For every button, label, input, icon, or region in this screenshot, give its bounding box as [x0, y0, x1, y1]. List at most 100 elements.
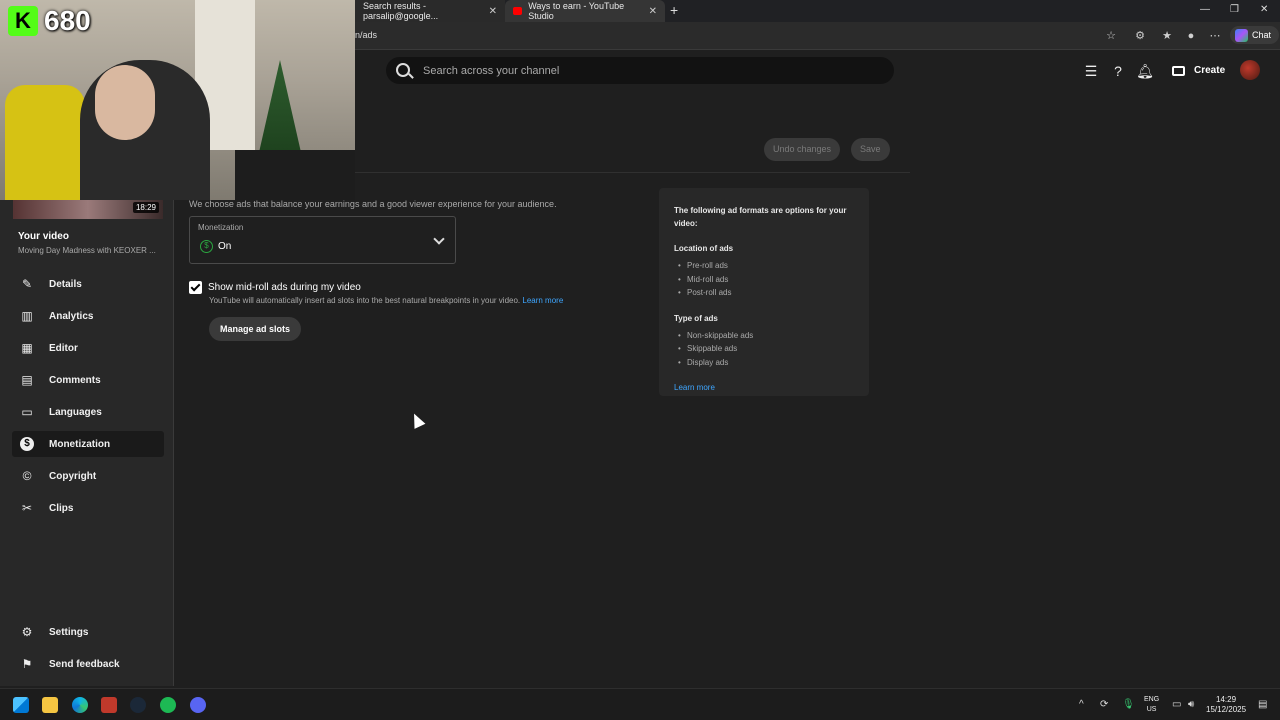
- restore-icon[interactable]: ❐: [1230, 4, 1239, 15]
- type-list: Non-skippable ads Skippable ads Display …: [674, 329, 854, 370]
- tab-youtube-studio[interactable]: Ways to earn - YouTube Studio ✕: [505, 0, 665, 22]
- tab-search-results-label: Search results - parsalip@google...: [363, 1, 439, 21]
- create-button[interactable]: Create: [1166, 59, 1235, 83]
- create-video-icon: [1172, 66, 1185, 76]
- keyboard: [235, 150, 355, 200]
- sidebar-item-analytics[interactable]: ▥ Analytics: [12, 303, 164, 329]
- spotify-icon[interactable]: [160, 697, 176, 713]
- file-explorer-icon[interactable]: [42, 697, 58, 713]
- volume-icon[interactable]: 🔊︎: [1188, 699, 1194, 710]
- sidebar-item-label: Copyright: [49, 470, 97, 482]
- location-list: Pre-roll ads Mid-roll ads Post-roll ads: [674, 259, 854, 300]
- network-icon[interactable]: ▭: [1172, 699, 1181, 710]
- steam-icon[interactable]: [130, 697, 146, 713]
- gaming-chair: [5, 85, 85, 200]
- ads-intro-text: We choose ads that balance your earnings…: [189, 199, 557, 209]
- midroll-checkbox[interactable]: [189, 281, 202, 294]
- video-duration: 18:29: [132, 202, 159, 213]
- midroll-description-text: YouTube will automatically insert ad slo…: [209, 296, 521, 305]
- chat-label: Chat: [1252, 30, 1272, 40]
- ad-formats-heading: The following ad formats are options for…: [674, 206, 847, 228]
- sidebar-item-editor[interactable]: ▦ Editor: [12, 335, 164, 361]
- sync-icon[interactable]: ⟳: [1100, 699, 1108, 710]
- youtube-icon: [513, 7, 523, 15]
- profile-icon[interactable]: ●: [1183, 28, 1199, 44]
- windows-start-icon[interactable]: [13, 697, 29, 713]
- avatar[interactable]: [1240, 60, 1260, 80]
- pencil-icon: ✎: [21, 277, 33, 291]
- chevron-up-icon[interactable]: ^: [1079, 699, 1084, 710]
- streamer-head: [95, 65, 155, 140]
- monetization-label: Monetization: [198, 223, 244, 232]
- list-item: Pre-roll ads: [674, 259, 854, 273]
- video-thumbnail[interactable]: 18:29: [13, 200, 163, 219]
- list-item: Skippable ads: [674, 342, 854, 356]
- sidebar-item-clips[interactable]: ✂ Clips: [12, 495, 164, 521]
- learn-more-link[interactable]: Learn more: [522, 296, 563, 305]
- close-icon[interactable]: ✕: [649, 6, 657, 17]
- more-icon[interactable]: ⋯: [1207, 28, 1223, 44]
- sidebar-item-label: Comments: [49, 374, 101, 386]
- manage-ad-slots-button[interactable]: Manage ad slots: [209, 317, 302, 341]
- feedback-icon: ⚑: [21, 657, 33, 671]
- learn-more-link[interactable]: Learn more: [674, 383, 854, 392]
- favorites-icon[interactable]: ★: [1159, 28, 1175, 44]
- list-item: Post-roll ads: [674, 286, 854, 300]
- monetization-value: On: [218, 241, 232, 252]
- url-text[interactable]: n/ads: [355, 30, 377, 40]
- language-code: ENG: [1144, 696, 1160, 703]
- midroll-description: YouTube will automatically insert ad slo…: [209, 296, 563, 305]
- clock-time: 14:29: [1216, 695, 1237, 704]
- search-input[interactable]: Search across your channel: [423, 65, 559, 77]
- copyright-icon: ©: [22, 469, 32, 483]
- close-icon[interactable]: ✕: [489, 6, 497, 17]
- notifications-icon[interactable]: ▤: [1258, 699, 1267, 710]
- star-icon[interactable]: ☆: [1103, 28, 1119, 44]
- discord-icon[interactable]: [190, 697, 206, 713]
- comments-icon: ▤: [21, 373, 33, 387]
- clock[interactable]: 14:29 15/12/2025: [1206, 695, 1246, 715]
- sidebar-item-comments[interactable]: ▤ Comments: [12, 367, 164, 393]
- undo-changes-button[interactable]: Undo changes: [764, 138, 841, 161]
- type-heading: Type of ads: [674, 313, 718, 323]
- messages-icon[interactable]: ☰: [1082, 62, 1100, 80]
- sidebar-item-label: Clips: [49, 502, 74, 514]
- chat-button[interactable]: Chat: [1230, 26, 1280, 44]
- search-box[interactable]: Search across your channel: [386, 57, 894, 84]
- list-item: Display ads: [674, 356, 854, 370]
- viewer-count: 680: [44, 5, 91, 36]
- app-icon[interactable]: [101, 697, 117, 713]
- sidebar-item-settings[interactable]: ⚙ Settings: [12, 619, 164, 645]
- edge-icon[interactable]: [72, 697, 88, 713]
- window-close-icon[interactable]: ✕: [1260, 4, 1268, 15]
- sidebar-item-copyright[interactable]: © Copyright: [12, 463, 164, 489]
- mouse-cursor-icon: [408, 411, 426, 429]
- chevron-down-icon: [433, 233, 445, 245]
- sidebar-item-label: Languages: [49, 406, 102, 418]
- extensions-icon[interactable]: ⚙: [1132, 28, 1148, 44]
- bell-icon[interactable]: 🔔︎: [1136, 62, 1154, 80]
- sidebar-item-languages[interactable]: ▭ Languages: [12, 399, 164, 425]
- video-title: Moving Day Madness with KEOXER ...: [18, 246, 156, 255]
- your-video-heading: Your video: [18, 231, 69, 242]
- new-tab-icon[interactable]: +: [670, 2, 678, 18]
- sidebar-item-monetization[interactable]: $ Monetization: [12, 431, 164, 457]
- ad-formats-card: The following ad formats are options for…: [659, 188, 869, 396]
- help-icon[interactable]: ?: [1109, 62, 1127, 80]
- language-indicator[interactable]: ENG US: [1144, 695, 1159, 715]
- save-button[interactable]: Save: [851, 138, 890, 161]
- tab-search-results[interactable]: Search results - parsalip@google... ✕: [355, 0, 505, 22]
- clock-date: 15/12/2025: [1206, 705, 1247, 714]
- monetization-dropdown[interactable]: Monetization $ On: [189, 216, 456, 264]
- tab-youtube-studio-label: Ways to earn - YouTube Studio: [528, 1, 625, 21]
- sidebar-item-details[interactable]: ✎ Details: [12, 271, 164, 297]
- minimize-icon[interactable]: —: [1200, 4, 1210, 15]
- midroll-label: Show mid-roll ads during my video: [208, 282, 361, 293]
- create-label: Create: [1194, 65, 1226, 76]
- sidebar-item-feedback[interactable]: ⚑ Send feedback: [12, 651, 164, 677]
- microphone-icon[interactable]: 🎙︎: [1122, 699, 1135, 710]
- windows-taskbar: ^ ⟳ 🎙︎ ENG US ▭ 🔊︎ 14:29 15/12/2025 ▤: [0, 688, 1280, 720]
- webcam-overlay: K 680: [0, 0, 355, 200]
- sidebar-item-label: Details: [49, 278, 82, 290]
- copilot-icon: [1235, 29, 1248, 42]
